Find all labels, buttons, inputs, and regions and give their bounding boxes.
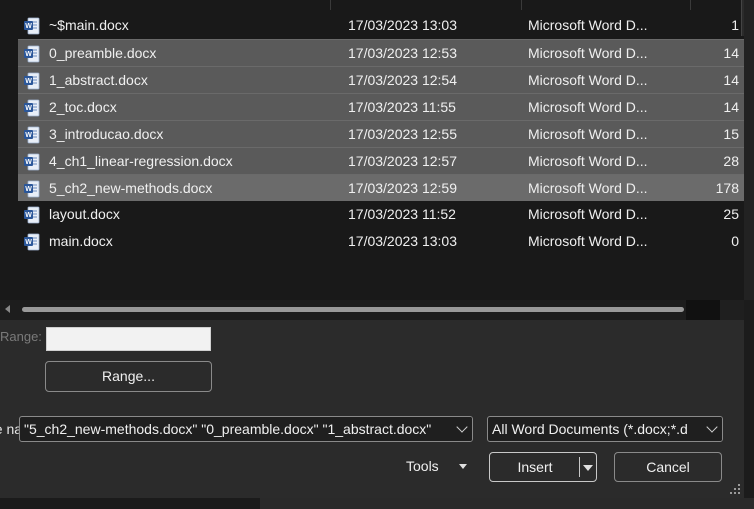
file-type: Microsoft Word D... <box>528 206 648 222</box>
file-name[interactable]: 5_ch2_new-methods.docx <box>49 180 212 196</box>
window-background <box>0 498 754 509</box>
file-size: 14 <box>723 45 739 61</box>
file-size: 178 <box>715 180 739 196</box>
file-row[interactable]: W ~$main.docx 17/03/2023 13:03 Microsoft Wo… <box>18 12 744 39</box>
file-date-modified: 17/03/2023 12:53 <box>348 45 457 61</box>
file-date-modified: 17/03/2023 11:55 <box>348 99 456 115</box>
file-date-modified: 17/03/2023 12:54 <box>348 72 457 88</box>
word-document-icon: W <box>24 17 40 35</box>
range-button[interactable]: Range... <box>45 361 212 392</box>
file-type: Microsoft Word D... <box>528 233 648 249</box>
range-label: Range: <box>0 329 42 344</box>
word-document-icon: W <box>24 126 40 144</box>
svg-text:W: W <box>25 159 32 166</box>
split-divider <box>579 457 580 477</box>
svg-text:W: W <box>25 212 32 219</box>
list-right-edge <box>744 0 754 300</box>
file-type-select[interactable]: All Word Documents (*.docx;*.d <box>487 416 723 442</box>
file-row[interactable]: W 4_ch1_linear-regression.docx 17/03/2023 … <box>18 147 744 174</box>
file-type-value[interactable]: All Word Documents (*.docx;*.d <box>492 421 688 437</box>
file-date-modified: 17/03/2023 12:57 <box>348 153 457 169</box>
file-date-modified: 17/03/2023 12:55 <box>348 126 457 142</box>
column-divider[interactable] <box>690 0 691 10</box>
file-name[interactable]: main.docx <box>49 233 113 249</box>
file-size: 0 <box>731 233 739 249</box>
file-type: Microsoft Word D... <box>528 45 648 61</box>
file-type: Microsoft Word D... <box>528 72 648 88</box>
range-input[interactable] <box>46 327 211 351</box>
file-date-modified: 17/03/2023 13:03 <box>348 17 457 33</box>
svg-text:W: W <box>25 132 32 139</box>
file-size: 14 <box>723 99 739 115</box>
word-document-icon: W <box>24 72 40 90</box>
file-size: 25 <box>723 206 739 222</box>
file-type: Microsoft Word D... <box>528 153 648 169</box>
file-row[interactable]: W 2_toc.docx 17/03/2023 11:55 Microsoft Wor… <box>18 93 744 120</box>
cancel-button[interactable]: Cancel <box>614 452 722 482</box>
dialog-footer: Range: Range... File name: "5_ch2_new-me… <box>0 320 744 498</box>
file-row[interactable]: W 1_abstract.docx 17/03/2023 12:54 Microsof… <box>18 66 744 93</box>
file-row[interactable]: W 0_preamble.docx 17/03/2023 12:53 Microsof… <box>18 39 744 66</box>
file-name[interactable]: 4_ch1_linear-regression.docx <box>49 153 233 169</box>
file-list[interactable]: W ~$main.docx 17/03/2023 13:03 Microsoft Wo… <box>0 0 744 300</box>
file-type: Microsoft Word D... <box>528 180 648 196</box>
file-size: 15 <box>723 126 739 142</box>
file-name[interactable]: 3_introducao.docx <box>49 126 163 142</box>
file-name-value[interactable]: "5_ch2_new-methods.docx" "0_preamble.doc… <box>24 421 431 437</box>
word-document-icon: W <box>24 180 40 198</box>
insert-button[interactable]: Insert <box>489 452 597 482</box>
scrollbar-corner <box>686 300 720 320</box>
file-size: 14 <box>723 72 739 88</box>
word-document-icon: W <box>24 99 40 117</box>
file-name-combobox[interactable]: "5_ch2_new-methods.docx" "0_preamble.doc… <box>19 416 473 442</box>
file-type: Microsoft Word D... <box>528 99 648 115</box>
file-name[interactable]: 0_preamble.docx <box>49 45 156 61</box>
file-type: Microsoft Word D... <box>528 17 648 33</box>
window-edge <box>744 300 754 498</box>
file-name[interactable]: layout.docx <box>49 206 120 222</box>
scroll-left-arrow-icon[interactable] <box>5 305 10 313</box>
file-name[interactable]: ~$main.docx <box>49 17 129 33</box>
svg-text:W: W <box>25 23 32 30</box>
svg-text:W: W <box>25 239 32 246</box>
file-name[interactable]: 1_abstract.docx <box>49 72 148 88</box>
svg-text:W: W <box>25 51 32 58</box>
column-divider[interactable] <box>521 0 522 10</box>
tools-menu-button[interactable]: Tools <box>406 458 439 474</box>
word-document-icon: W <box>24 45 40 63</box>
file-name[interactable]: 2_toc.docx <box>49 99 117 115</box>
file-row[interactable]: W 3_introducao.docx 17/03/2023 12:55 Micros… <box>18 120 744 147</box>
svg-text:W: W <box>25 186 32 193</box>
scrollbar-thumb[interactable] <box>22 307 684 312</box>
file-date-modified: 17/03/2023 13:03 <box>348 233 457 249</box>
file-size: 1 <box>731 17 739 33</box>
insert-button-label[interactable]: Insert <box>490 459 580 475</box>
file-row[interactable]: Wmain.docx 17/03/2023 13:03 Microsoft Word… <box>18 228 744 255</box>
file-date-modified: 17/03/2023 11:52 <box>348 206 456 222</box>
horizontal-scrollbar[interactable] <box>0 300 720 320</box>
file-row[interactable]: Wlayout.docx 17/03/2023 11:52 Microsoft Wo… <box>18 201 744 228</box>
file-row[interactable]: W 5_ch2_new-methods.docx 17/03/2023 12:59 M… <box>18 174 744 201</box>
svg-text:W: W <box>25 78 32 85</box>
file-date-modified: 17/03/2023 12:59 <box>348 180 457 196</box>
word-document-icon: W <box>24 233 40 251</box>
word-document-icon: W <box>24 206 40 224</box>
file-size: 28 <box>723 153 739 169</box>
caret-down-icon[interactable] <box>459 464 467 469</box>
insert-options-caret-icon[interactable] <box>583 465 593 471</box>
svg-text:W: W <box>25 105 32 112</box>
resize-grip-icon[interactable] <box>730 484 740 494</box>
word-document-icon: W <box>24 153 40 171</box>
file-type: Microsoft Word D... <box>528 126 648 142</box>
column-divider[interactable] <box>330 0 331 10</box>
